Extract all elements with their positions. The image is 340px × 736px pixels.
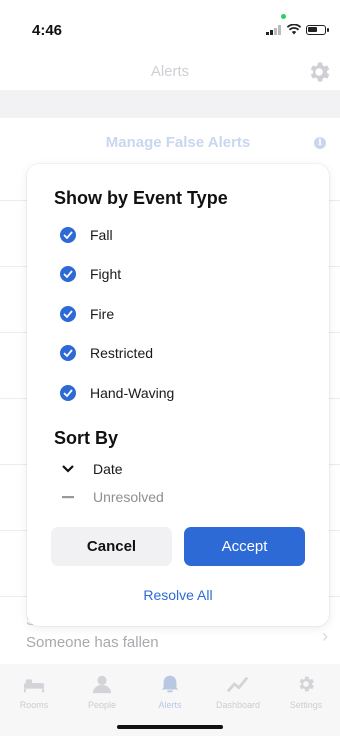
checkmark-icon xyxy=(60,227,76,243)
event-type-label: Hand-Waving xyxy=(90,385,175,401)
section-spacer xyxy=(0,90,340,118)
event-type-label: Fire xyxy=(90,306,115,322)
manage-false-alerts-row[interactable]: Manage False Alerts i xyxy=(0,118,340,164)
signal-icon xyxy=(266,24,281,35)
event-type-label: Fall xyxy=(90,227,113,243)
tab-label: Rooms xyxy=(19,700,49,710)
event-type-option-restricted[interactable]: Restricted xyxy=(60,342,153,364)
sort-by-title: Sort By xyxy=(54,428,119,448)
event-type-option-hand-waving[interactable]: Hand-Waving xyxy=(60,382,174,404)
alert-item-subtitle: Someone has fallen xyxy=(26,634,159,651)
accept-button[interactable]: Accept xyxy=(184,527,305,566)
chevron-down-icon xyxy=(61,462,75,476)
status-bar: 4:46 xyxy=(0,0,340,54)
checkmark-icon xyxy=(60,345,76,361)
bell-icon xyxy=(161,675,179,693)
manage-false-alerts-label: Manage False Alerts xyxy=(105,134,251,151)
checkmark-icon xyxy=(60,385,76,401)
tab-rooms[interactable]: Rooms xyxy=(0,664,68,736)
wifi-icon xyxy=(287,24,301,35)
minus-icon xyxy=(61,490,75,504)
gear-icon[interactable] xyxy=(306,59,332,85)
tab-label: Settings xyxy=(289,700,323,710)
event-type-label: Restricted xyxy=(90,345,154,361)
filter-modal: Show by Event Type Fall Fight Fire Restr… xyxy=(27,164,329,626)
gear-icon xyxy=(299,676,314,692)
checkmark-icon xyxy=(60,266,76,282)
checkmark-icon xyxy=(60,306,76,322)
tab-label: Dashboard xyxy=(215,700,261,710)
event-type-option-fire[interactable]: Fire xyxy=(60,303,114,325)
battery-icon xyxy=(306,24,329,35)
event-type-option-fight[interactable]: Fight xyxy=(60,263,121,285)
person-icon xyxy=(92,675,112,694)
info-icon[interactable]: i xyxy=(314,137,326,149)
event-type-option-fall[interactable]: Fall xyxy=(60,224,113,246)
privacy-indicator xyxy=(281,14,286,19)
nav-bar: Alerts xyxy=(0,54,340,90)
event-type-label: Fight xyxy=(90,266,122,282)
status-icons xyxy=(266,24,329,35)
sort-option-unresolved[interactable]: Unresolved xyxy=(61,487,164,507)
chevron-right-icon[interactable]: › xyxy=(322,626,328,647)
tab-label: People xyxy=(87,700,117,710)
sort-option-label: Date xyxy=(93,461,123,477)
page-title: Alerts xyxy=(150,63,190,80)
chart-icon xyxy=(227,676,249,693)
tab-settings[interactable]: Settings xyxy=(272,664,340,736)
tab-label: Alerts xyxy=(158,700,182,710)
resolve-all-link[interactable]: Resolve All xyxy=(27,587,329,603)
sort-option-label: Unresolved xyxy=(93,489,164,505)
cancel-button[interactable]: Cancel xyxy=(51,527,172,566)
bed-icon xyxy=(23,679,45,693)
status-time: 4:46 xyxy=(32,22,63,39)
modal-title: Show by Event Type xyxy=(54,188,228,208)
home-indicator xyxy=(117,725,223,729)
sort-option-date[interactable]: Date xyxy=(61,459,123,479)
